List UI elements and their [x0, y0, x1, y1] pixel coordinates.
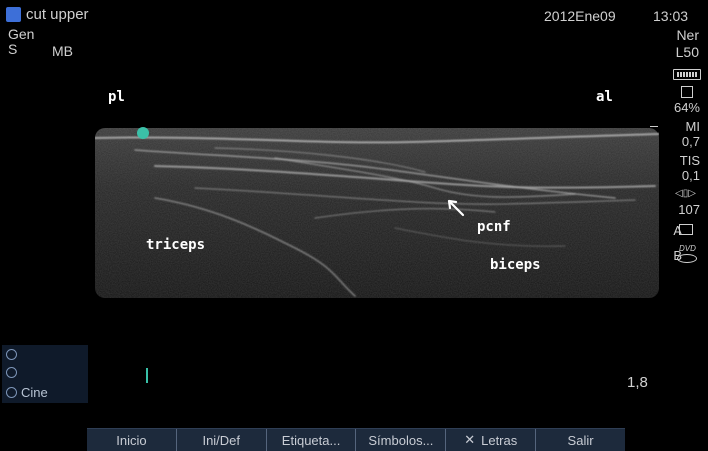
mode-s-label: S: [8, 41, 18, 57]
cine-panel: Cine: [2, 345, 88, 403]
arrow-icon: [447, 199, 465, 217]
tis-value: 0,1: [681, 168, 700, 183]
frequency-value: 107: [678, 202, 700, 217]
letras-button[interactable]: ✕ Letras: [446, 429, 537, 451]
label-triceps: triceps: [146, 237, 206, 253]
mode-mb-label: MB: [52, 43, 73, 59]
cine-label: Cine: [21, 385, 48, 400]
ultrasound-image: [95, 128, 659, 298]
battery-icon: [673, 69, 701, 80]
exam-date: 2012Ene09: [544, 8, 616, 24]
app-logo-icon: [6, 7, 21, 22]
exam-time: 13:03: [653, 8, 689, 24]
label-pl: pl: [108, 89, 125, 105]
bottom-toolbar: Inicio Ini/Def Etiqueta... Símbolos... ✕…: [87, 428, 625, 451]
cine-control-3[interactable]: Cine: [6, 385, 48, 400]
inicio-button[interactable]: Inicio: [87, 429, 177, 451]
exam-name: cut upper: [26, 6, 89, 23]
frequency-icon: ◁▯▷: [675, 188, 696, 199]
transducer-model: L50: [675, 44, 699, 60]
mi-value: 0,7: [681, 134, 700, 149]
storage-icon: [681, 86, 693, 98]
simbolos-button[interactable]: Símbolos...: [356, 429, 447, 451]
ring-icon: [6, 349, 17, 360]
label-al: al: [596, 89, 613, 105]
ring-icon: [6, 367, 17, 378]
cine-control-1[interactable]: [6, 349, 21, 360]
salir-button[interactable]: Salir: [536, 429, 625, 451]
close-icon: ✕: [464, 432, 476, 447]
scale-tick: [650, 126, 658, 127]
cine-control-2[interactable]: [6, 367, 21, 378]
storage-percent: 64%: [673, 100, 700, 115]
printer-icon: [679, 224, 693, 235]
label-pcnf: pcnf: [477, 219, 511, 235]
depth-value: 1,8: [627, 374, 648, 391]
orientation-marker: [137, 127, 149, 139]
depth-marker: [146, 368, 148, 383]
label-biceps: biceps: [490, 257, 541, 273]
preset-label: Gen: [8, 26, 35, 42]
dvd-icon: [677, 254, 697, 263]
etiqueta-button[interactable]: Etiqueta...: [267, 429, 357, 451]
letras-label: Letras: [481, 432, 518, 448]
dvd-text: DVD: [679, 244, 696, 253]
mi-label: MI: [685, 119, 700, 134]
ring-icon: [6, 387, 17, 398]
ultrasound-screen: cut upper 2012Ene09 13:03 Gen S MB Ner L…: [0, 0, 708, 451]
tis-label: TIS: [679, 153, 700, 168]
inidef-button[interactable]: Ini/Def: [177, 429, 267, 451]
transducer-type: Ner: [676, 27, 699, 43]
